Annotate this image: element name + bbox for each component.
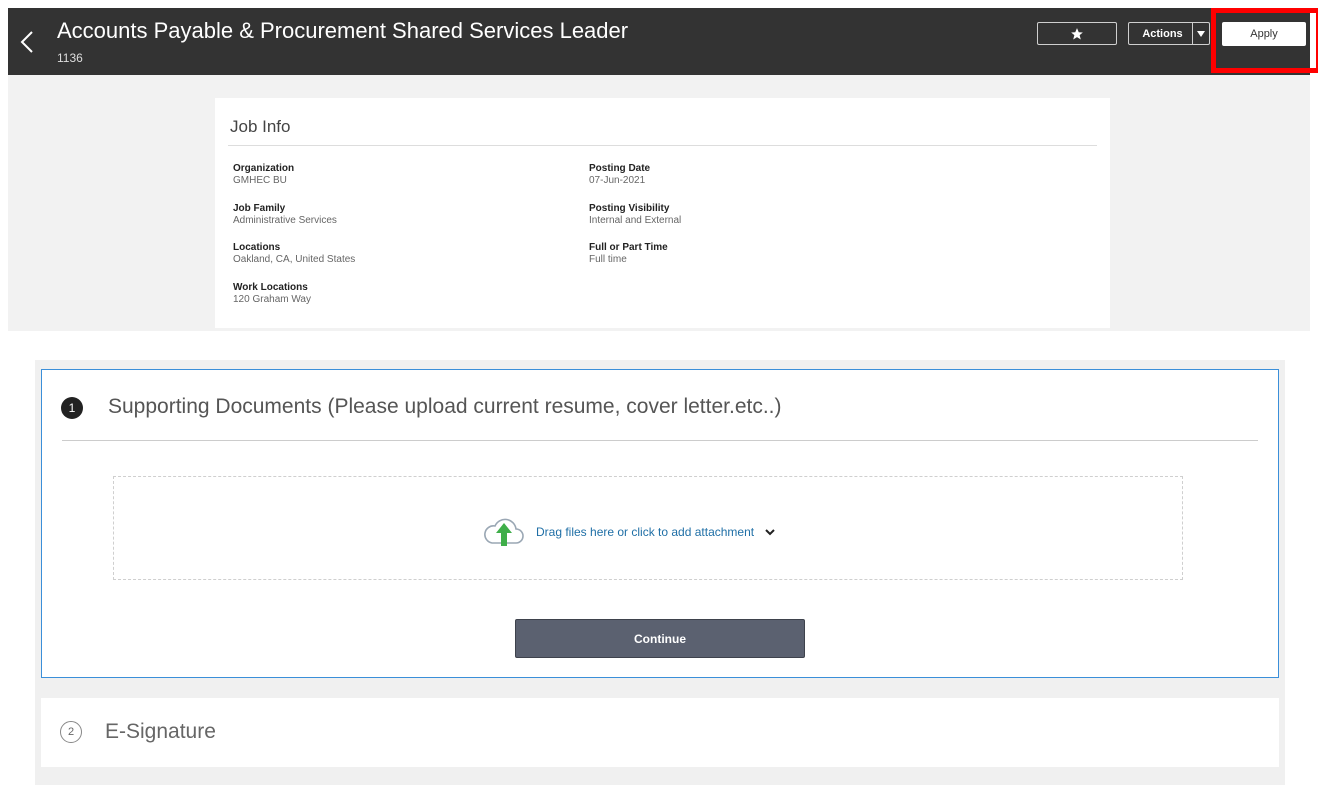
field-posting-visibility: Posting Visibility Internal and External <box>589 203 681 227</box>
page-title: Accounts Payable & Procurement Shared Se… <box>57 18 629 43</box>
chevron-left-icon <box>20 31 33 53</box>
field-label: Posting Visibility <box>589 203 670 214</box>
step-e-signature[interactable]: 2 E-Signature <box>41 698 1279 767</box>
divider <box>228 145 1097 146</box>
dropzone-text[interactable]: Drag files here or click to add attachme… <box>536 525 754 539</box>
field-job-family: Job Family Administrative Services <box>233 203 337 227</box>
step-number-badge: 2 <box>60 721 82 743</box>
job-header: Accounts Payable & Procurement Shared Se… <box>8 8 1318 75</box>
step-number-badge: 1 <box>61 397 83 419</box>
field-value: Internal and External <box>589 215 682 226</box>
attachment-dropzone[interactable]: Drag files here or click to add attachme… <box>113 476 1183 580</box>
job-info-title: Job Info <box>230 117 291 136</box>
apply-button[interactable]: Apply <box>1222 22 1306 46</box>
field-posting-date: Posting Date 07-Jun-2021 <box>589 163 650 187</box>
field-locations: Locations Oakland, CA, United States <box>233 242 355 266</box>
divider <box>62 440 1258 441</box>
step-supporting-documents: 1 Supporting Documents (Please upload cu… <box>41 369 1279 678</box>
step-title: Supporting Documents (Please upload curr… <box>108 395 782 418</box>
actions-menu-button[interactable]: Actions <box>1128 22 1210 45</box>
back-button[interactable] <box>16 24 38 60</box>
field-value: Administrative Services <box>233 215 337 226</box>
star-icon <box>1071 27 1083 40</box>
continue-button[interactable]: Continue <box>515 619 805 658</box>
actions-label: Actions <box>1142 27 1183 40</box>
field-label: Work Locations <box>233 282 308 293</box>
caret-down-icon[interactable] <box>1193 30 1209 37</box>
field-organization: Organization GMHEC BU <box>233 163 294 187</box>
field-label: Posting Date <box>589 163 651 174</box>
field-value: 07-Jun-2021 <box>589 175 646 186</box>
chevron-down-icon[interactable] <box>764 526 776 538</box>
cloud-upload-icon <box>484 518 524 546</box>
field-label: Job Family <box>233 203 286 214</box>
dropzone-content[interactable]: Drag files here or click to add attachme… <box>482 514 776 550</box>
field-label: Organization <box>233 163 295 174</box>
field-value: 120 Graham Way <box>233 294 311 305</box>
field-value: GMHEC BU <box>233 175 287 186</box>
job-id: 1136 <box>57 51 83 65</box>
field-value: Oakland, CA, United States <box>233 254 356 265</box>
field-work-locations: Work Locations 120 Graham Way <box>233 282 311 306</box>
job-info-card: Job Info Organization GMHEC BU Job Famil… <box>215 98 1110 328</box>
field-label: Locations <box>233 242 281 253</box>
step-title: E-Signature <box>105 720 216 743</box>
field-full-or-part-time: Full or Part Time Full time <box>589 242 668 266</box>
field-label: Full or Part Time <box>589 242 668 253</box>
favorite-button[interactable] <box>1037 22 1117 45</box>
field-value: Full time <box>589 254 627 265</box>
